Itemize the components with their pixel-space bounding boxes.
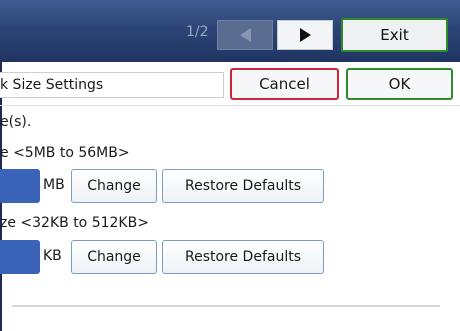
instruction-text: e(s).	[0, 114, 32, 130]
restore-defaults-button-kb[interactable]: Restore Defaults	[162, 240, 324, 274]
value-field-kb[interactable]	[0, 240, 40, 274]
change-button-label: Change	[87, 249, 141, 265]
settings-title: k Size Settings	[0, 72, 224, 98]
unit-label-mb: MB	[43, 177, 65, 193]
exit-button[interactable]: Exit	[341, 18, 448, 52]
change-button-label: Change	[87, 178, 141, 194]
page-indicator: 1/2	[186, 24, 209, 40]
cancel-button-label: Cancel	[259, 75, 310, 93]
triangle-right-icon	[299, 28, 311, 42]
ok-button-label: OK	[388, 75, 411, 93]
cancel-button[interactable]: Cancel	[230, 68, 339, 100]
setting-range-label-kb: ze <32KB to 512KB>	[0, 215, 149, 231]
header-bar: 1/2 Exit	[0, 0, 460, 62]
value-field-mb[interactable]	[0, 169, 40, 203]
ok-button[interactable]: OK	[346, 68, 453, 100]
restore-defaults-label: Restore Defaults	[184, 178, 302, 194]
settings-title-text: k Size Settings	[0, 77, 104, 93]
setting-range-label-mb: e <5MB to 56MB>	[0, 145, 130, 161]
triangle-left-icon	[239, 28, 251, 42]
previous-page-button[interactable]	[217, 20, 273, 50]
unit-label-kb: KB	[43, 248, 62, 264]
change-button-kb[interactable]: Change	[71, 240, 157, 274]
divider	[0, 105, 460, 106]
divider	[12, 305, 440, 307]
restore-defaults-button-mb[interactable]: Restore Defaults	[162, 169, 324, 203]
exit-button-label: Exit	[380, 26, 409, 44]
restore-defaults-label: Restore Defaults	[184, 249, 302, 265]
next-page-button[interactable]	[277, 20, 333, 50]
change-button-mb[interactable]: Change	[71, 169, 157, 203]
